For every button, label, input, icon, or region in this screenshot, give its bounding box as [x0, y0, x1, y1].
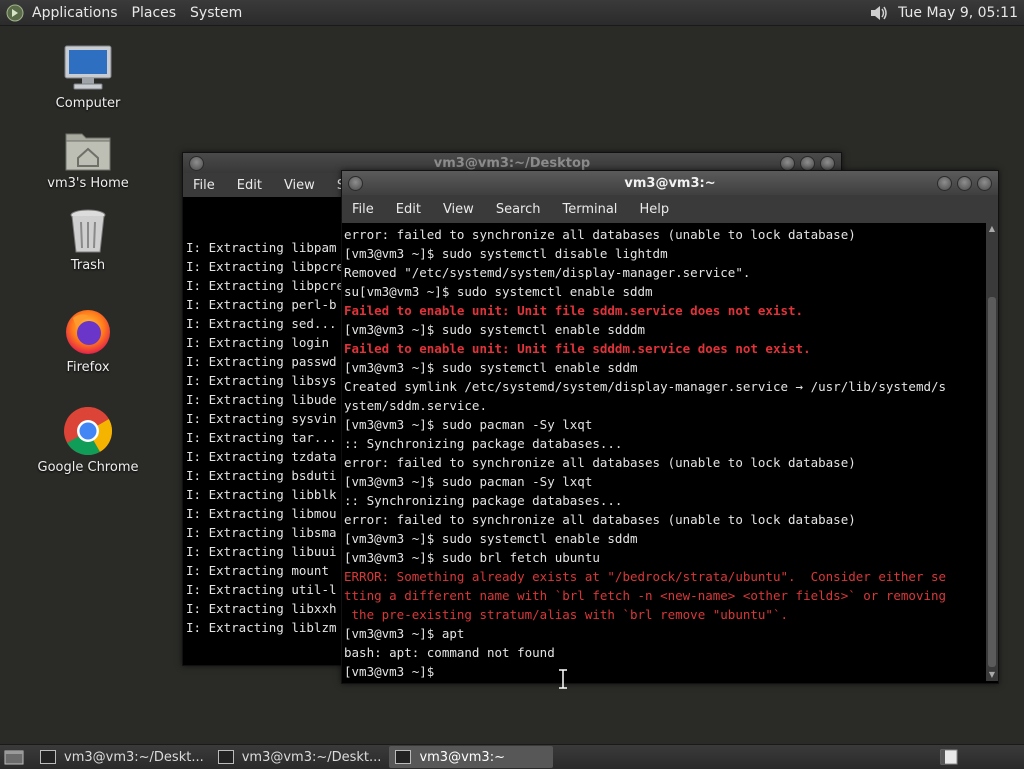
terminal-line: [vm3@vm3 ~]$ sudo systemctl disable ligh…: [344, 246, 668, 261]
terminal-line: error: failed to synchronize all databas…: [344, 512, 856, 527]
window-titlebar[interactable]: vm3@vm3:~: [342, 171, 998, 195]
clock[interactable]: Tue May 9, 05:11: [898, 5, 1018, 21]
terminal-line: error: failed to synchronize all databas…: [344, 227, 856, 242]
terminal-output[interactable]: error: failed to synchronize all databas…: [342, 223, 984, 681]
desktop-icon-label: Computer: [55, 96, 121, 111]
scrollbar-thumb[interactable]: [988, 297, 996, 667]
desktop-icon-label: vm3's Home: [47, 176, 129, 191]
menu-file[interactable]: File: [352, 202, 374, 217]
terminal-line: [vm3@vm3 ~]$ sudo systemctl enable sddm: [344, 531, 638, 546]
terminal-line: [vm3@vm3 ~]$ apt: [344, 626, 465, 641]
places-menu[interactable]: Places: [132, 5, 177, 21]
maximize-button[interactable]: [957, 176, 972, 191]
terminal-line: su[vm3@vm3 ~]$ sudo systemctl enable sdd…: [344, 284, 653, 299]
menu-edit[interactable]: Edit: [396, 202, 421, 217]
terminal-line: ystem/sddm.service.: [344, 398, 487, 413]
terminal-line: Removed "/etc/systemd/system/display-man…: [344, 265, 751, 280]
terminal-error-line: Failed to enable unit: Unit file sddm.se…: [344, 303, 804, 318]
desktop-icon-chrome[interactable]: Google Chrome: [28, 406, 148, 475]
terminal-line: :: Synchronizing package databases...: [344, 493, 623, 508]
taskbar-task-active[interactable]: vm3@vm3:~: [389, 746, 554, 768]
menu-view[interactable]: View: [443, 202, 474, 217]
terminal-line: [vm3@vm3 ~]$ sudo systemctl enable sddm: [344, 360, 638, 375]
desktop-icon-trash[interactable]: Trash: [28, 208, 148, 273]
window-title: vm3@vm3:~: [624, 175, 716, 191]
terminal-line: error: failed to synchronize all databas…: [344, 455, 856, 470]
menubar: File Edit View Search Terminal Help: [342, 195, 998, 223]
trash-icon: [70, 209, 106, 253]
scroll-up-arrow-icon[interactable]: ▲: [986, 223, 998, 235]
menu-help[interactable]: Help: [639, 202, 669, 217]
terminal-icon: [395, 750, 412, 764]
bottom-taskbar: vm3@vm3:~/Deskt... vm3@vm3:~/Deskt... vm…: [0, 744, 1024, 769]
terminal-line: bash: apt: command not found: [344, 645, 555, 660]
window-title: vm3@vm3:~/Desktop: [433, 155, 591, 171]
task-label: vm3@vm3:~/Deskt...: [241, 749, 382, 765]
task-label: vm3@vm3:~: [419, 749, 505, 765]
home-folder-icon: [65, 133, 111, 171]
applications-menu[interactable]: Applications: [32, 5, 118, 21]
distro-logo-icon[interactable]: [6, 4, 24, 22]
terminal-line: [vm3@vm3 ~]$: [344, 664, 442, 679]
firefox-icon: [66, 310, 110, 354]
terminal-error-line: Failed to enable unit: Unit file sdddm.s…: [344, 341, 811, 356]
terminal-line: [vm3@vm3 ~]$ sudo pacman -Sy lxqt: [344, 474, 593, 489]
task-label: vm3@vm3:~/Deskt...: [64, 749, 204, 765]
desktop-icon-firefox[interactable]: Firefox: [28, 306, 148, 375]
menu-terminal[interactable]: Terminal: [562, 202, 617, 217]
system-menu[interactable]: System: [190, 5, 242, 21]
taskbar-task[interactable]: vm3@vm3:~/Deskt...: [212, 746, 388, 768]
scroll-down-arrow-icon[interactable]: ▼: [986, 669, 998, 681]
desktop-icon-computer[interactable]: Computer: [28, 44, 148, 111]
terminal-window-front[interactable]: vm3@vm3:~ File Edit View Search Terminal…: [341, 170, 999, 684]
terminal-icon: [40, 750, 56, 764]
terminal-line: [vm3@vm3 ~]$ sudo systemctl enable sdddm: [344, 322, 646, 337]
terminal-line: [vm3@vm3 ~]$ sudo pacman -Sy lxqt: [344, 417, 593, 432]
desktop-icon-label: Firefox: [66, 360, 110, 375]
desktop-icon-label: Google Chrome: [37, 460, 139, 475]
computer-icon: [64, 45, 112, 90]
chrome-icon: [64, 406, 113, 456]
close-button[interactable]: [977, 176, 992, 191]
window-menu-button[interactable]: [189, 156, 204, 171]
desktop-icon-home[interactable]: vm3's Home: [28, 128, 148, 191]
maximize-button[interactable]: [800, 156, 815, 171]
volume-icon[interactable]: [868, 3, 890, 23]
terminal-icon: [217, 750, 234, 764]
terminal-error-line: the pre-existing stratum/alias with `brl…: [344, 607, 789, 622]
close-button[interactable]: [820, 156, 835, 171]
terminal-line: Created symlink /etc/systemd/system/disp…: [344, 379, 947, 394]
terminal-scrollbar[interactable]: ▲ ▼: [986, 223, 998, 681]
workspace-switcher-icon[interactable]: [940, 749, 958, 765]
top-panel: Applications Places System Tue May 9, 05…: [0, 0, 1024, 26]
terminal-line: [vm3@vm3 ~]$ sudo brl fetch ubuntu: [344, 550, 600, 565]
window-menu-button[interactable]: [348, 176, 363, 191]
minimize-button[interactable]: [937, 176, 952, 191]
terminal-error-line: tting a different name with `brl fetch -…: [344, 588, 947, 603]
text-cursor-icon: [559, 669, 567, 689]
menu-file[interactable]: File: [193, 178, 215, 193]
terminal-error-line: ERROR: Something already exists at "/bed…: [344, 569, 947, 584]
minimize-button[interactable]: [780, 156, 795, 171]
menu-edit[interactable]: Edit: [237, 178, 262, 193]
terminal-line: :: Synchronizing package databases...: [344, 436, 623, 451]
menu-search[interactable]: Search: [496, 202, 541, 217]
menu-view[interactable]: View: [284, 178, 315, 193]
show-desktop-icon[interactable]: [2, 746, 28, 768]
taskbar-task[interactable]: vm3@vm3:~/Deskt...: [34, 746, 210, 768]
desktop-icon-label: Trash: [70, 258, 106, 273]
